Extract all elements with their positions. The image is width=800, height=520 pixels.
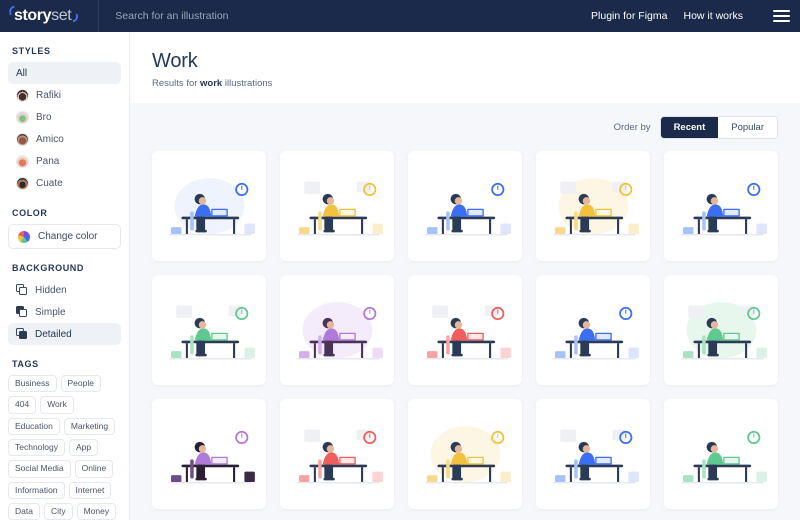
- illustration-mountain-laptop-rock[interactable]: [152, 275, 266, 385]
- nav-link-plugin-for-figma[interactable]: Plugin for Figma: [591, 10, 667, 22]
- sidebar-item-amico[interactable]: Amico: [8, 128, 121, 150]
- nav-link-how-it-works[interactable]: How it works: [683, 10, 743, 22]
- sidebar-item-label: Bro: [36, 111, 52, 123]
- illustration-gears-desk[interactable]: [152, 151, 266, 261]
- illustration-man-desk-clock[interactable]: [408, 399, 522, 509]
- illustration-sitting-outdoor-laptop[interactable]: [408, 275, 522, 385]
- tag-chip[interactable]: Social Media: [8, 460, 71, 478]
- illustration-woman-desk-papers[interactable]: [280, 399, 394, 509]
- illustration-man-desk-lamp-green[interactable]: [664, 399, 778, 509]
- illustration-night-desk-stacks[interactable]: [152, 399, 266, 509]
- sidebar-item-label: Detailed: [35, 328, 72, 340]
- tag-chip[interactable]: 404: [8, 396, 37, 414]
- logo-secondary-text: set: [51, 7, 72, 24]
- layers-hidden-icon: [16, 284, 28, 296]
- sidebar-item-cuate[interactable]: Cuate: [8, 172, 121, 194]
- tag-chip[interactable]: Internet: [68, 481, 112, 500]
- illustration-woman-carrying-files[interactable]: [536, 399, 650, 509]
- change-color-label: Change color: [38, 231, 98, 242]
- sidebar-item-all[interactable]: All: [8, 62, 121, 84]
- layers-simple-icon: [16, 306, 28, 318]
- order-by-recent-button[interactable]: Recent: [660, 117, 719, 138]
- layers-detailed-icon: [16, 328, 28, 340]
- sidebar-item-label: Hidden: [35, 284, 67, 296]
- avatar-cuate-icon: [16, 176, 29, 190]
- sidebar-item-pana[interactable]: Pana: [8, 150, 121, 172]
- illustration-night-office-clock[interactable]: [664, 275, 778, 385]
- illustration-remote-work-tree[interactable]: [664, 151, 778, 261]
- color-wheel-icon: [18, 230, 30, 243]
- avatar-amico-icon: [16, 132, 29, 146]
- logo-primary-text: story: [14, 7, 52, 24]
- sidebar-item-label: Rafiki: [36, 89, 62, 101]
- results-panel: Order by Recent Popular: [130, 103, 800, 520]
- tag-list: Business People 404 Work Education Marketing T…: [8, 375, 121, 520]
- subtitle-suffix: illustrations: [222, 78, 273, 89]
- change-color-button[interactable]: Change color: [8, 224, 121, 249]
- illustration-grid: [152, 151, 778, 509]
- color-heading: COLOR: [12, 208, 48, 218]
- order-by-label: Order by: [613, 122, 651, 133]
- sidebar-item-label: All: [16, 67, 28, 79]
- tag-chip[interactable]: Money: [76, 503, 117, 520]
- sidebar-item-label: Cuate: [36, 177, 63, 189]
- subtitle-keyword: work: [200, 78, 223, 89]
- tags-section: TAGS Business People 404 Work Education Marke…: [8, 359, 121, 520]
- storyset-logo[interactable]: story set: [8, 5, 84, 25]
- tag-chip[interactable]: Technology: [8, 439, 66, 457]
- search-container: [99, 10, 592, 22]
- tags-heading: TAGS: [12, 359, 39, 369]
- sidebar-item-hidden[interactable]: Hidden: [8, 279, 121, 301]
- styles-section: STYLES All Rafiki Bro Amico Pana Cuate: [8, 46, 121, 194]
- results-header: Work Results for work illustrations: [130, 32, 800, 103]
- tag-chip[interactable]: Work: [40, 396, 74, 414]
- color-section: COLOR Change color: [8, 208, 121, 249]
- sidebar-item-label: Pana: [36, 155, 60, 167]
- header-nav: Plugin for Figma How it works: [591, 10, 790, 22]
- tag-chip[interactable]: Online: [74, 460, 114, 478]
- sidebar-item-label: Amico: [36, 133, 64, 145]
- illustration-job-search-magnifier[interactable]: [408, 151, 522, 261]
- tag-chip[interactable]: Education: [8, 417, 60, 436]
- search-input[interactable]: [115, 10, 592, 22]
- storyset-app: story set Plugin for Figma How it works …: [0, 0, 800, 520]
- tag-chip[interactable]: People: [60, 375, 101, 393]
- filters-sidebar: STYLES All Rafiki Bro Amico Pana Cuate C…: [0, 32, 130, 520]
- background-heading: BACKGROUND: [12, 263, 84, 273]
- sidebar-item-rafiki[interactable]: Rafiki: [8, 84, 121, 106]
- sidebar-item-label: Simple: [35, 306, 66, 318]
- main-content: Work Results for work illustrations Orde…: [130, 32, 800, 520]
- illustration-wheelchair-desk[interactable]: [280, 151, 394, 261]
- logo-quote-right-icon: [72, 13, 80, 23]
- avatar-pana-icon: [16, 154, 29, 168]
- avatar-rafiki-icon: [16, 88, 29, 102]
- hamburger-menu-icon[interactable]: [773, 10, 790, 22]
- illustration-presentation-desk[interactable]: [536, 275, 650, 385]
- logo-quote-left-icon: [8, 5, 16, 16]
- background-section: BACKGROUND Hidden Simple Detailed: [8, 263, 121, 345]
- sidebar-item-detailed[interactable]: Detailed: [8, 323, 121, 345]
- sidebar-item-bro[interactable]: Bro: [8, 106, 121, 128]
- order-by-popular-button[interactable]: Popular: [718, 117, 777, 138]
- page-body: STYLES All Rafiki Bro Amico Pana Cuate C…: [0, 32, 800, 520]
- tag-chip[interactable]: Business: [8, 375, 57, 393]
- tag-chip[interactable]: Marketing: [63, 417, 116, 436]
- order-by-segmented: Recent Popular: [659, 116, 778, 139]
- results-subtitle: Results for work illustrations: [152, 78, 800, 89]
- illustration-camping-tent-forest[interactable]: [280, 275, 394, 385]
- tag-chip[interactable]: Information: [8, 481, 65, 500]
- tag-chip[interactable]: City: [43, 503, 73, 520]
- illustration-online-interview-monitor[interactable]: [536, 151, 650, 261]
- sidebar-item-simple[interactable]: Simple: [8, 301, 121, 323]
- avatar-bro-icon: [16, 110, 29, 124]
- subtitle-prefix: Results for: [152, 78, 201, 89]
- top-header: story set Plugin for Figma How it works: [0, 0, 800, 32]
- tag-chip[interactable]: Data: [8, 503, 40, 520]
- page-title: Work: [152, 50, 198, 72]
- tag-chip[interactable]: App: [69, 439, 99, 457]
- order-by-control: Order by Recent Popular: [152, 111, 778, 151]
- styles-heading: STYLES: [12, 46, 51, 56]
